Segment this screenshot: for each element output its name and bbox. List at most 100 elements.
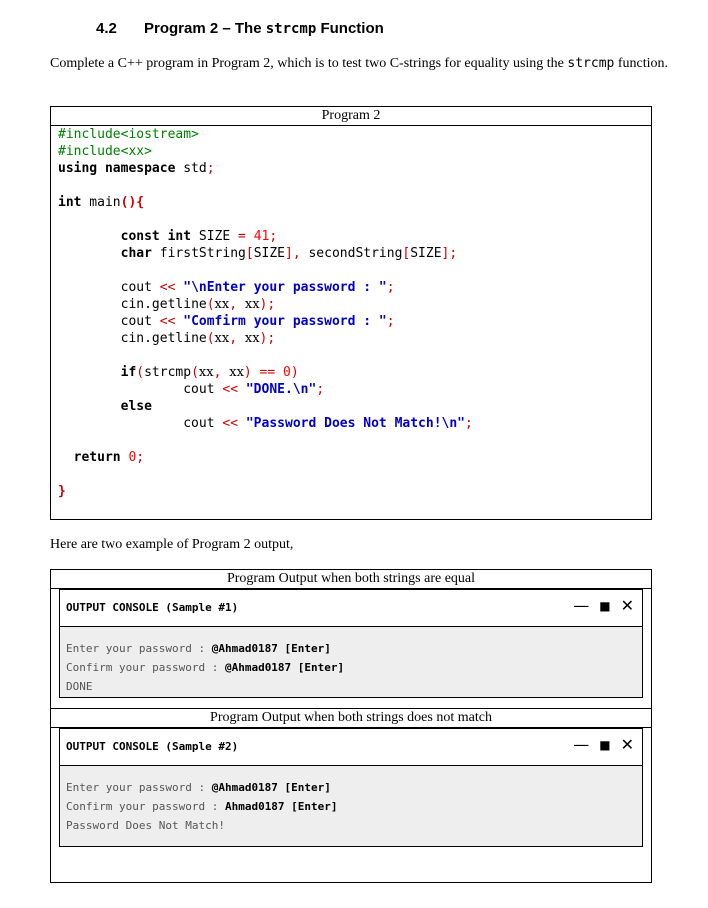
code-lp: ( — [206, 331, 215, 346]
code-semicolon: ; — [267, 331, 276, 346]
output-title-1: Program Output when both strings are equ… — [51, 571, 651, 587]
console-prompt: Enter your password : — [66, 781, 212, 794]
code-strcmp: strcmp — [144, 365, 192, 380]
code-rb: ] — [285, 246, 293, 261]
code-semicolon: ; — [136, 450, 145, 465]
code-size: SIZE — [191, 229, 239, 244]
code-second-string: secondString — [308, 246, 403, 261]
intro-text-end: function. — [614, 56, 669, 71]
code-rp: ) — [243, 365, 252, 380]
code-xx: xx — [214, 297, 230, 312]
code-xx: xx — [198, 365, 214, 380]
code-char: char — [120, 246, 152, 261]
code-eq: = — [238, 229, 246, 244]
console-2-line-3: Password Does Not Match! — [66, 819, 225, 832]
close-icon[interactable]: ✕ — [621, 735, 634, 754]
output-title-2: Program Output when both strings does no… — [210, 710, 492, 725]
intro-code: strcmp — [567, 56, 615, 71]
code-cout: cout — [120, 314, 160, 329]
console-2-header: OUTPUT CONSOLE (Sample #2) — ■ ✕ — [59, 728, 643, 766]
console-1-controls: — ■ ✕ — [573, 596, 634, 615]
code-shl: << — [159, 314, 176, 329]
code-xx: xx — [229, 365, 244, 380]
intro-paragraph: Complete a C++ program in Program 2, whi… — [50, 55, 670, 72]
code-comma: , — [292, 246, 309, 261]
console-1-body: Enter your password : @Ahmad0187 [Enter]… — [59, 627, 643, 698]
code-lp: ( — [136, 365, 145, 380]
code-eqeq: == — [251, 365, 284, 380]
section-title-prefix: Program 2 – The — [144, 20, 266, 37]
console-2-line-1: Enter your password : @Ahmad0187 [Enter] — [66, 778, 642, 797]
code-comma: , — [229, 331, 245, 346]
code-semicolon: ; — [269, 229, 278, 244]
console-prompt: Enter your password : — [66, 642, 212, 655]
code-using: using namespace — [58, 161, 176, 176]
outro-text: Here are two example of Program 2 output… — [50, 537, 294, 552]
console-input: @Ahmad0187 [Enter] — [224, 661, 345, 674]
code-semicolon: ; — [386, 280, 395, 295]
minimize-icon[interactable]: — — [573, 596, 589, 615]
code-std: std — [175, 161, 207, 176]
console-input: @Ahmad0187 [Enter] — [211, 642, 331, 655]
code-const-int: const int — [120, 229, 192, 244]
code-return: return — [73, 450, 121, 465]
maximize-icon[interactable]: ■ — [599, 599, 610, 613]
maximize-icon[interactable]: ■ — [599, 738, 610, 752]
console-2-label: OUTPUT CONSOLE (Sample #2) — [66, 740, 239, 753]
code-lb: [ — [245, 246, 254, 261]
console-prompt: Confirm your password : — [66, 661, 225, 674]
code-shl: << — [222, 382, 239, 397]
code-xx: xx — [244, 331, 260, 346]
section-title-suffix: Function — [316, 20, 384, 37]
code-return-val: 0 — [120, 450, 137, 465]
code-semicolon: ; — [316, 382, 325, 397]
console-input: Ahmad0187 [Enter] — [224, 800, 338, 813]
output-title-1-text: Program Output when both strings are equ… — [226, 571, 476, 586]
code-size-ref: SIZE — [410, 246, 442, 261]
code-semicolon: ; — [465, 416, 473, 431]
console-1-label: OUTPUT CONSOLE (Sample #1) — [66, 601, 239, 614]
console-prompt: Confirm your password : — [66, 800, 225, 813]
code-comma: , — [229, 297, 245, 312]
code-include-iostream: #include<iostream> — [58, 127, 199, 142]
close-icon[interactable]: ✕ — [621, 596, 634, 615]
code-semicolon: ; — [386, 314, 395, 329]
code-size-ref: SIZE — [253, 246, 285, 261]
code-main: main — [81, 195, 121, 210]
code-semicolon: ; — [267, 297, 276, 312]
code-xx: xx — [214, 331, 230, 346]
code-cout: cout — [120, 280, 160, 295]
code-comma: , — [213, 365, 230, 380]
code-cin-getline: cin.getline — [120, 297, 207, 312]
section-heading: 4.2 Program 2 – The strcmp Function — [96, 20, 384, 37]
code-cout: cout — [183, 382, 223, 397]
code-include-prefix: #include< — [58, 144, 129, 159]
code-include-xx: xx — [128, 144, 145, 159]
output-divider-2a — [51, 708, 651, 709]
code-int: int — [58, 195, 82, 210]
console-sample-1: OUTPUT CONSOLE (Sample #1) — ■ ✕ Enter y… — [59, 589, 643, 698]
code-main-brace: (){ — [120, 195, 145, 210]
code-else: else — [120, 399, 152, 414]
code-str-confirm: "Comfirm your password : " — [175, 314, 387, 329]
code-zero: 0 — [283, 365, 291, 380]
console-2-body: Enter your password : @Ahmad0187 [Enter]… — [59, 766, 643, 847]
code-first-string: firstString — [151, 246, 246, 261]
program-box: Program 2 #include<iostream> #include<xx… — [50, 106, 652, 520]
code-include-suffix: > — [144, 144, 152, 159]
console-2-controls: — ■ ✕ — [573, 735, 634, 754]
console-1-header: OUTPUT CONSOLE (Sample #1) — ■ ✕ — [59, 589, 643, 627]
code-semicolon: ; — [449, 246, 458, 261]
section-title-code: strcmp — [265, 21, 317, 37]
code-lp: ( — [206, 297, 215, 312]
section-number: 4.2 — [96, 20, 117, 37]
program-box-title: Program 2 — [321, 108, 381, 123]
code-cin-getline: cin.getline — [120, 331, 207, 346]
code-shl: << — [222, 416, 239, 431]
console-1-line-3: DONE — [66, 680, 93, 693]
code-shl: << — [159, 280, 176, 295]
code-size-val: 41 — [245, 229, 270, 244]
output-box: Program Output when both strings are equ… — [50, 569, 652, 883]
minimize-icon[interactable]: — — [573, 735, 589, 754]
console-1-line-2: Confirm your password : @Ahmad0187 [Ente… — [66, 658, 642, 677]
